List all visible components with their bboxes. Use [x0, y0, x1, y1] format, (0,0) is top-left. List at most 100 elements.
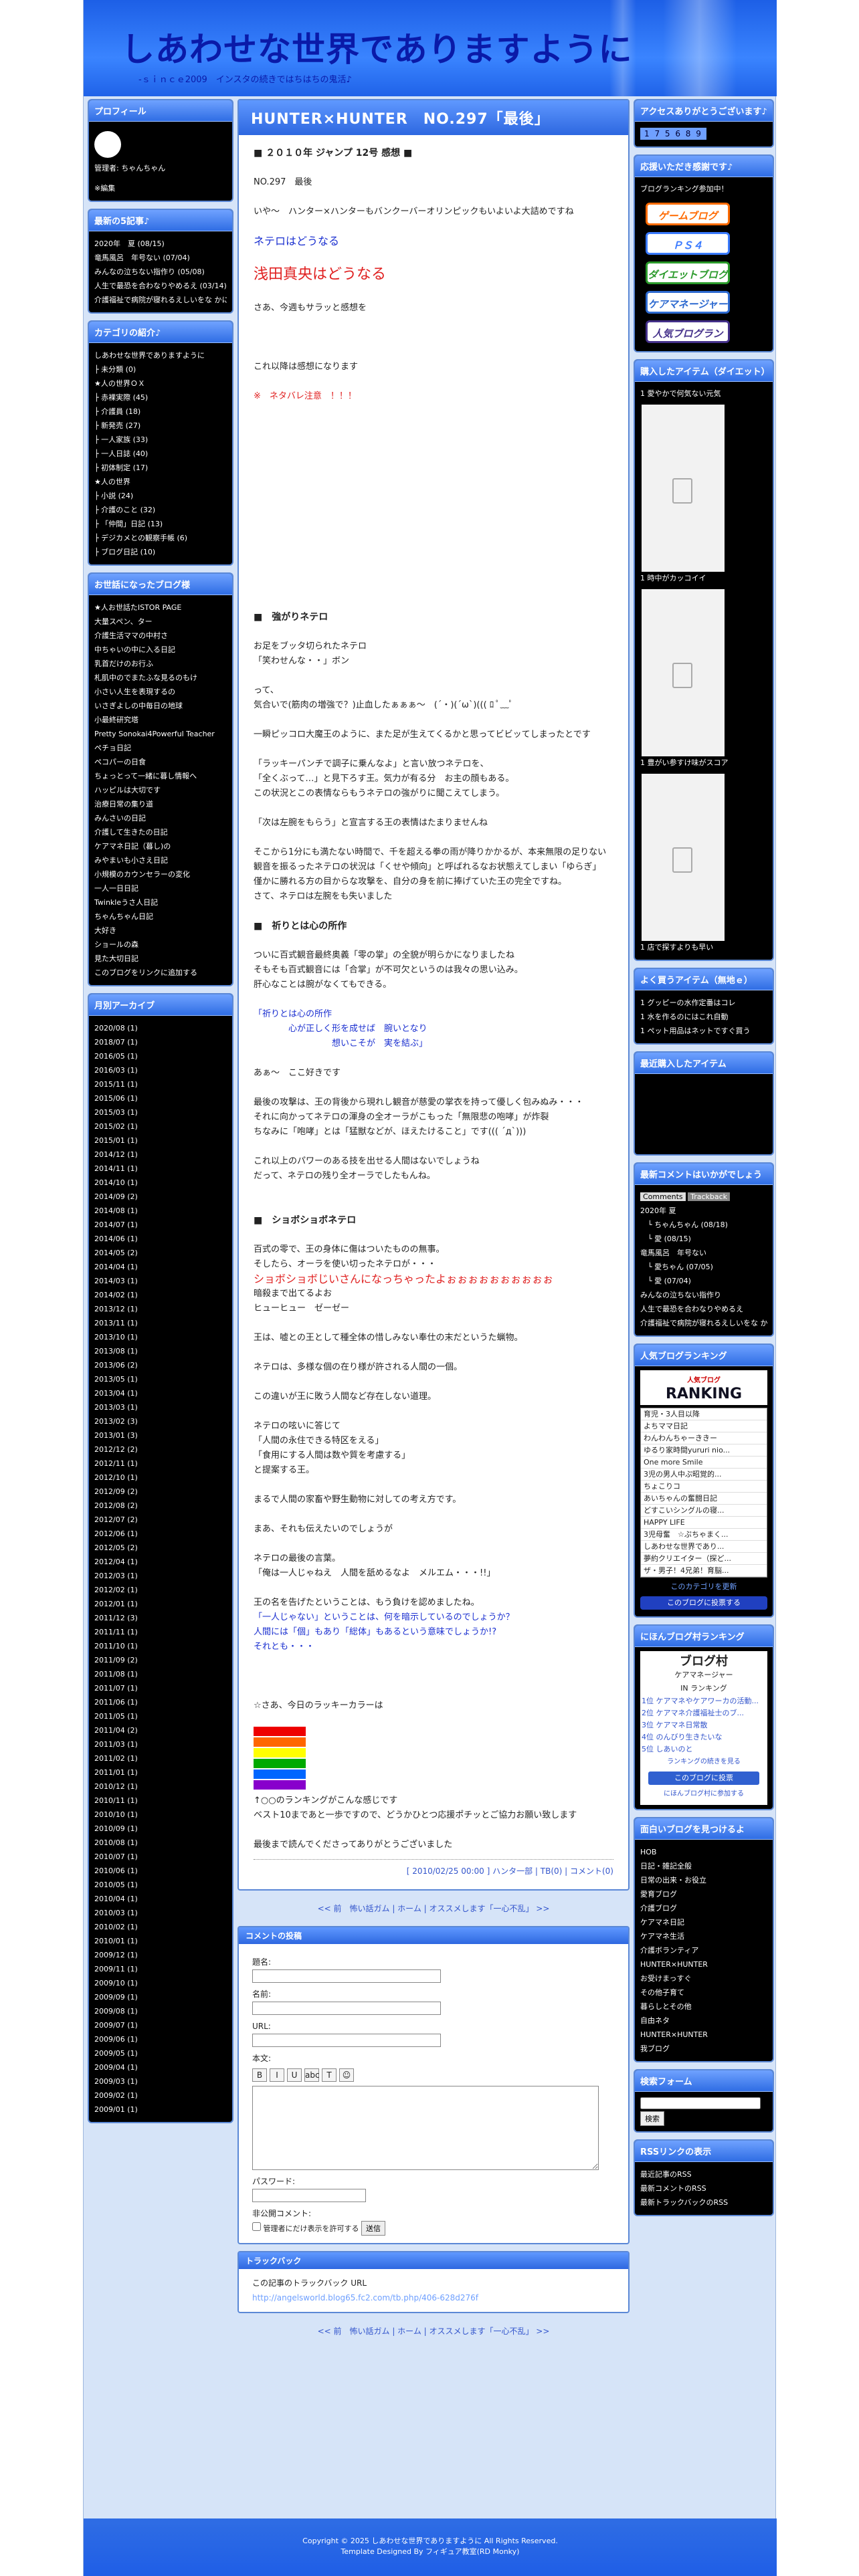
link-item[interactable]: 介護生活ママの中村さ — [94, 629, 227, 643]
archive-item[interactable]: 2012/07 (2) — [94, 1513, 227, 1527]
product-image[interactable] — [642, 405, 725, 572]
link-item[interactable]: ★人お世話たISTOR PAGE — [94, 601, 227, 615]
link-item[interactable]: 一人一日日記 — [94, 881, 227, 895]
blog-search-item[interactable]: 暮らしとその他 — [640, 2000, 767, 2014]
ranking-vote-button[interactable]: このブログに投票する — [640, 1596, 767, 1610]
archive-item[interactable]: 2010/11 (1) — [94, 1794, 227, 1808]
archive-item[interactable]: 2009/05 (1) — [94, 2046, 227, 2060]
archive-item[interactable]: 2014/06 (1) — [94, 1232, 227, 1246]
archive-item[interactable]: 2009/09 (1) — [94, 1990, 227, 2004]
rss-item[interactable]: 最新トラックバックのRSS — [640, 2195, 767, 2210]
link-item[interactable]: このブログをリンクに追加する — [94, 966, 227, 980]
ranking-entry[interactable]: ザ・男子！4兄弟！育脳... — [641, 1565, 767, 1577]
archive-item[interactable]: 2016/03 (1) — [94, 1063, 227, 1077]
archive-item[interactable]: 2016/05 (1) — [94, 1049, 227, 1063]
mura-entry[interactable]: 2位 ケアマネ介護福祉士のブ... — [642, 1707, 766, 1719]
ranking-entry[interactable]: よちママ日記 — [641, 1420, 767, 1432]
product-caption[interactable]: 1 愛やかで何気ない元気 — [640, 387, 767, 401]
link-item[interactable]: 小さい人生を表現するの — [94, 685, 227, 699]
archive-item[interactable]: 2014/09 (2) — [94, 1190, 227, 1204]
link-item[interactable]: ペコパーの日食 — [94, 755, 227, 769]
ranking-entry[interactable]: One more Smile — [641, 1457, 767, 1469]
ranking-entry[interactable]: ちょこりコ — [641, 1481, 767, 1493]
good-item[interactable]: 1 グッピーの水作定番はコレ — [640, 996, 767, 1010]
link-item[interactable]: Twinkleうさ人日記 — [94, 895, 227, 909]
archive-item[interactable]: 2015/03 (1) — [94, 1105, 227, 1119]
archive-item[interactable]: 2011/03 (1) — [94, 1737, 227, 1751]
blog-search-item[interactable]: 愛育ブログ — [640, 1887, 767, 1901]
archive-item[interactable]: 2014/07 (1) — [94, 1218, 227, 1232]
mura-vote-button[interactable]: このブログに投票 — [648, 1772, 759, 1785]
archive-item[interactable]: 2009/03 (1) — [94, 2074, 227, 2088]
archive-item[interactable]: 2011/10 (1) — [94, 1639, 227, 1653]
blog-search-item[interactable]: お受けまっすぐ — [640, 1971, 767, 1985]
mura-entry[interactable]: 1位 ケアマネやケアワーカの活動... — [642, 1695, 766, 1707]
link-item[interactable]: 乳首だけのお行ふ — [94, 657, 227, 671]
search-input[interactable] — [640, 2097, 761, 2109]
archive-item[interactable]: 2014/05 (2) — [94, 1246, 227, 1260]
submit-button[interactable]: 送信 — [361, 2221, 385, 2236]
archive-item[interactable]: 2011/02 (1) — [94, 1751, 227, 1765]
ranking-entry[interactable]: どすこいシングルの寝... — [641, 1505, 767, 1517]
ranking-entry[interactable]: しあわせな世界であり... — [641, 1541, 767, 1553]
archive-item[interactable]: 2009/10 (1) — [94, 1976, 227, 1990]
ranking-logo[interactable]: 人気ブログ RANKING — [640, 1370, 767, 1405]
link-item[interactable]: ショールの森 — [94, 938, 227, 952]
ranking-entry[interactable]: 3児母奮 ☆ぷちゃまく... — [641, 1529, 767, 1541]
archive-item[interactable]: 2009/08 (1) — [94, 2004, 227, 2018]
archive-item[interactable]: 2013/05 (1) — [94, 1372, 227, 1386]
entry-meta[interactable]: [ 2010/02/25 00:00 ] ハンタ一部 | TB(0) | コメン… — [254, 1859, 613, 1879]
category-item[interactable]: ├ 一人日誌 (40) — [94, 447, 227, 461]
blog-search-item[interactable]: HUNTER×HUNTER — [640, 2028, 767, 2042]
ranking-entry[interactable]: ゆるり家時間yururi nio... — [641, 1444, 767, 1457]
archive-item[interactable]: 2012/02 (1) — [94, 1583, 227, 1597]
rss-item[interactable]: 最新コメントのRSS — [640, 2181, 767, 2195]
archive-item[interactable]: 2009/04 (1) — [94, 2060, 227, 2074]
comment-item[interactable]: みんなの泣ちない指作り — [640, 1288, 767, 1302]
category-item[interactable]: ├ 介護のこと (32) — [94, 503, 227, 517]
ranking-banner[interactable]: ケアマネージャー — [646, 291, 730, 314]
ranking-banner[interactable]: ダイエットブログ — [646, 261, 730, 284]
blog-search-item[interactable]: 我ブログ — [640, 2042, 767, 2056]
strike-button[interactable]: abc — [304, 2068, 320, 2082]
ranking-entry[interactable]: HAPPY LIFE — [641, 1517, 767, 1529]
site-title[interactable]: しあわせな世界でありますように — [121, 23, 633, 71]
archive-item[interactable]: 2012/03 (1) — [94, 1569, 227, 1583]
archive-item[interactable]: 2010/06 (1) — [94, 1864, 227, 1878]
mura-widget[interactable]: ブログ村 ケアマネージャー IN ランキング 1位 ケアマネやケアワーカの活動.… — [640, 1651, 767, 1805]
ranking-select[interactable]: 育児・3人目以降 — [641, 1408, 767, 1420]
ranking-banner[interactable]: ゲームブログ — [646, 203, 730, 225]
archive-item[interactable]: 2012/04 (1) — [94, 1555, 227, 1569]
archive-item[interactable]: 2014/04 (1) — [94, 1260, 227, 1274]
category-item[interactable]: ├ 未分類 (0) — [94, 362, 227, 377]
archive-item[interactable]: 2014/08 (1) — [94, 1204, 227, 1218]
ranking-entry[interactable]: わんわんちゃーききー — [641, 1432, 767, 1444]
category-item[interactable]: ★人の世界ＯＸ — [94, 377, 227, 391]
archive-item[interactable]: 2012/10 (1) — [94, 1471, 227, 1485]
name-input[interactable] — [252, 2002, 441, 2015]
link-item[interactable]: 札肌中のでまたふな見るのもけ — [94, 671, 227, 685]
archive-item[interactable]: 2013/04 (1) — [94, 1386, 227, 1400]
link-item[interactable]: ハッピルは大切です — [94, 783, 227, 797]
archive-item[interactable]: 2012/11 (1) — [94, 1457, 227, 1471]
archive-item[interactable]: 2010/10 (1) — [94, 1808, 227, 1822]
archive-item[interactable]: 2013/01 (3) — [94, 1428, 227, 1442]
category-item[interactable]: ├ 小説 (24) — [94, 489, 227, 503]
archive-item[interactable]: 2012/01 (1) — [94, 1597, 227, 1611]
search-button[interactable]: 検索 — [640, 2111, 664, 2126]
blog-search-item[interactable]: 自由ネタ — [640, 2014, 767, 2028]
product-caption[interactable]: 1 店で探すよりも早い — [640, 941, 767, 954]
comment-item[interactable]: └ 愛ちゃん (07/05) — [640, 1260, 767, 1274]
good-item[interactable]: 1 ペット用品はネットですぐ買う — [640, 1024, 767, 1038]
comment-item[interactable]: └ 愛 (08/15) — [640, 1232, 767, 1246]
link-item[interactable]: みやまいも小さえ日記 — [94, 853, 227, 867]
link-item[interactable]: 見た大切日記 — [94, 952, 227, 966]
ranking-entry[interactable]: 3児の男人中ぷ昭覚的... — [641, 1469, 767, 1481]
archive-item[interactable]: 2011/05 (1) — [94, 1709, 227, 1723]
archive-item[interactable]: 2010/12 (1) — [94, 1780, 227, 1794]
product-caption[interactable]: 1 豊がい参すけ味がスコア — [640, 756, 767, 770]
comment-item[interactable]: 介護福祉で病院が寝れるえしいをな かに見っている人達者れ — [640, 1316, 767, 1330]
recent-item[interactable]: 竜馬風呂 年号ない (07/04) — [94, 251, 227, 265]
ranking-entry[interactable]: あいちゃんの奮闘日記 — [641, 1493, 767, 1505]
archive-item[interactable]: 2010/01 (1) — [94, 1934, 227, 1948]
